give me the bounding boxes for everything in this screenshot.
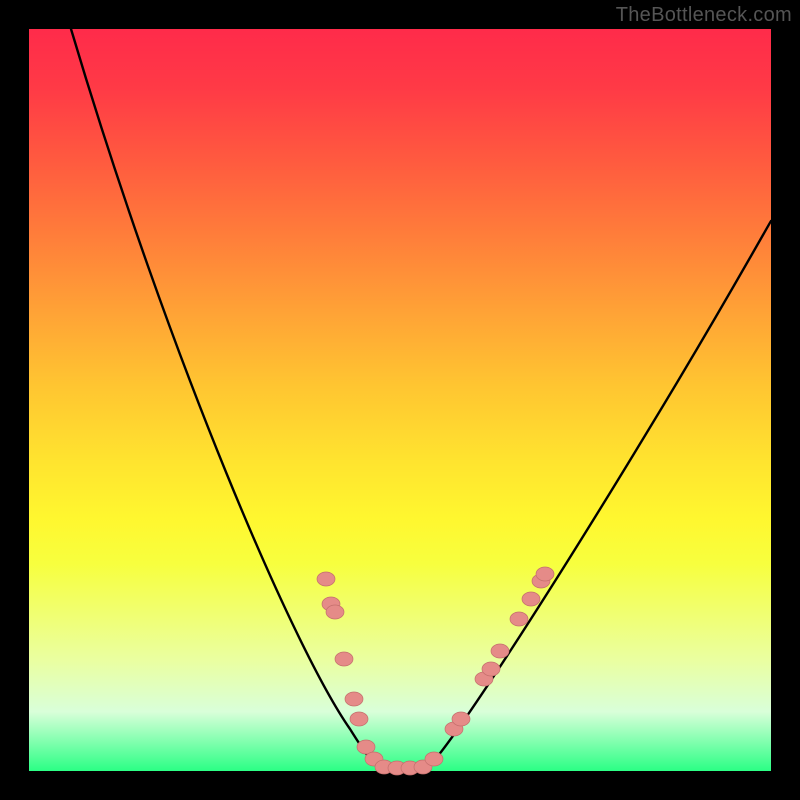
bottleneck-curves <box>71 29 771 770</box>
curve-left-curve <box>71 29 379 768</box>
chart-overlay <box>29 29 771 771</box>
data-dot-12 <box>425 752 443 766</box>
data-dot-0 <box>317 572 335 586</box>
data-dots <box>317 567 554 775</box>
data-dot-17 <box>491 644 509 658</box>
data-dot-16 <box>482 662 500 676</box>
curve-right-curve <box>427 221 771 768</box>
attribution-label: TheBottleneck.com <box>616 4 792 27</box>
data-dot-18 <box>510 612 528 626</box>
data-dot-14 <box>452 712 470 726</box>
data-dot-21 <box>536 567 554 581</box>
data-dot-4 <box>345 692 363 706</box>
data-dot-19 <box>522 592 540 606</box>
data-dot-2 <box>326 605 344 619</box>
data-dot-3 <box>335 652 353 666</box>
data-dot-5 <box>350 712 368 726</box>
